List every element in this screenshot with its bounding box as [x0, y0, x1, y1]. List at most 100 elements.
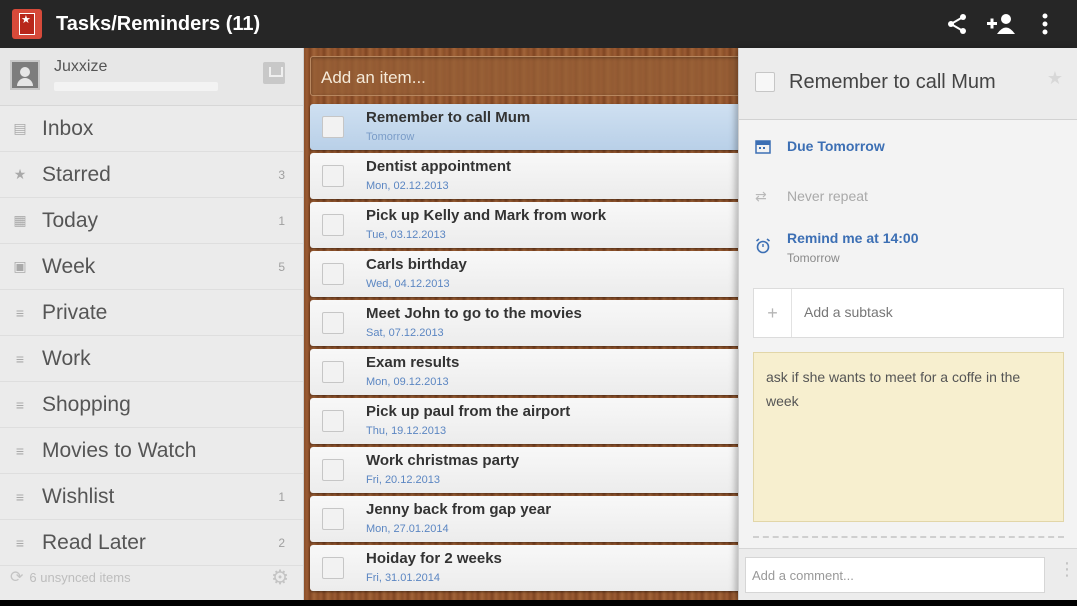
overflow-menu-icon — [1042, 13, 1048, 35]
task-checkbox[interactable] — [322, 361, 344, 383]
sidebar-footer: ⟳ 6 unsynced items ⚙ — [0, 554, 303, 600]
inbox-icon: ▤ — [13, 120, 27, 136]
sidebar-item-shopping[interactable]: ≡ Shopping — [0, 382, 303, 428]
sidebar-item-inbox[interactable]: ▤ Inbox — [0, 106, 303, 152]
page-title: Tasks/Reminders (11) — [56, 12, 261, 35]
sidebar-item-label: Inbox — [42, 116, 94, 140]
star-icon: ★ — [13, 166, 27, 182]
sidebar-item-label: Week — [42, 254, 96, 278]
plus-icon[interactable]: + — [754, 289, 792, 337]
repeat-icon: ⇄ — [755, 188, 767, 204]
list-icon: ≡ — [15, 304, 25, 321]
task-checkbox[interactable] — [322, 508, 344, 530]
add-item-input[interactable]: Add an item... — [310, 56, 740, 96]
sidebar-item-label: Work — [42, 346, 91, 370]
sidebar-item-count: 1 — [278, 213, 285, 228]
task-row[interactable]: Meet John to go to the movies Sat, 07.12.… — [310, 300, 740, 346]
sidebar-item-wishlist[interactable]: ≡ Wishlist 1 — [0, 474, 303, 520]
due-date-label: Due Tomorrow — [787, 138, 885, 154]
task-checkbox[interactable] — [322, 557, 344, 579]
task-row[interactable]: Pick up paul from the airport Thu, 19.12.… — [310, 398, 740, 444]
sidebar-item-count: 1 — [278, 489, 285, 504]
task-row[interactable]: Dentist appointment Mon, 02.12.2013 — [310, 153, 740, 199]
task-due-date: Mon, 02.12.2013 — [366, 180, 449, 192]
action-bar: ★ Tasks/Reminders (11) — [0, 0, 1077, 48]
settings-icon[interactable]: ⚙ — [271, 565, 289, 590]
task-checkbox[interactable] — [322, 459, 344, 481]
share-icon — [948, 14, 966, 34]
task-due-date: Mon, 09.12.2013 — [366, 376, 449, 388]
list-icon: ≡ — [15, 488, 25, 505]
account-email-redacted — [54, 82, 218, 91]
comment-bar: Add a comment... ⋮ — [739, 548, 1077, 600]
task-row[interactable]: Pick up Kelly and Mark from work Tue, 03.… — [310, 202, 740, 248]
sync-icon[interactable]: ⟳ — [10, 567, 23, 587]
add-person-button[interactable] — [979, 0, 1023, 48]
reminder-row[interactable]: Remind me at 14:00 Tomorrow — [739, 228, 1077, 272]
divider — [753, 536, 1064, 546]
task-due-date: Mon, 27.01.2014 — [366, 523, 449, 535]
unsynced-status: 6 unsynced items — [29, 569, 131, 585]
list-icon: ≡ — [15, 396, 25, 413]
due-date-row[interactable]: Due Tomorrow — [739, 136, 1077, 166]
task-checkbox[interactable] — [322, 312, 344, 334]
task-row[interactable]: Hoiday for 2 weeks Fri, 31.01.2014 — [310, 545, 740, 591]
sidebar-item-movies-to-watch[interactable]: ≡ Movies to Watch — [0, 428, 303, 474]
task-row[interactable]: Work christmas party Fri, 20.12.2013 — [310, 447, 740, 493]
sidebar-item-count: 2 — [278, 535, 285, 550]
sidebar-item-work[interactable]: ≡ Work — [0, 336, 303, 382]
subtask-placeholder: Add a subtask — [804, 304, 893, 320]
subtask-input[interactable]: + Add a subtask — [753, 288, 1064, 338]
task-due-date: Tue, 03.12.2013 — [366, 229, 446, 241]
sidebar-item-starred[interactable]: ★ Starred 3 — [0, 152, 303, 198]
task-checkbox[interactable] — [322, 165, 344, 187]
sidebar-item-label: Today — [42, 208, 99, 232]
detail-complete-checkbox[interactable] — [755, 72, 775, 92]
task-title: Pick up paul from the airport — [366, 403, 571, 420]
star-icon[interactable]: ★ — [1047, 68, 1063, 89]
task-checkbox[interactable] — [322, 263, 344, 285]
task-row[interactable]: Remember to call Mum Tomorrow — [310, 104, 740, 150]
task-title: Meet John to go to the movies — [366, 305, 582, 322]
list-icon: ≡ — [15, 534, 25, 551]
sidebar-item-today[interactable]: ▦ Today 1 — [0, 198, 303, 244]
detail-title[interactable]: Remember to call Mum — [789, 71, 996, 94]
sidebar-item-count: 3 — [278, 167, 285, 182]
task-checkbox[interactable] — [322, 410, 344, 432]
sidebar-item-week[interactable]: ▣ Week 5 — [0, 244, 303, 290]
repeat-label: Never repeat — [787, 188, 868, 204]
task-checkbox[interactable] — [322, 116, 344, 138]
task-due-date: Fri, 20.12.2013 — [366, 474, 440, 486]
calendar-icon: ▦ — [13, 212, 27, 228]
task-row[interactable]: Jenny back from gap year Mon, 27.01.2014 — [310, 496, 740, 542]
detail-header: Remember to call Mum ★ — [739, 48, 1077, 120]
comment-placeholder: Add a comment... — [752, 568, 854, 583]
sidebar-item-label: Private — [42, 300, 108, 324]
task-row[interactable]: Carls birthday Wed, 04.12.2013 — [310, 251, 740, 297]
task-due-date: Wed, 04.12.2013 — [366, 278, 450, 290]
task-title: Hoiday for 2 weeks — [366, 550, 502, 567]
repeat-row[interactable]: ⇄ Never repeat — [739, 186, 1077, 216]
alarm-clock-icon — [756, 238, 770, 254]
reminder-label: Remind me at 14:00 — [787, 230, 919, 246]
task-title: Dentist appointment — [366, 158, 511, 175]
account-header[interactable]: Juxxize — [0, 48, 303, 106]
inbox-tray-button[interactable] — [263, 62, 285, 84]
note-area[interactable]: ask if she wants to meet for a coffe in … — [753, 352, 1064, 522]
task-title: Pick up Kelly and Mark from work — [366, 207, 607, 224]
task-checkbox[interactable] — [322, 214, 344, 236]
task-due-date: Sat, 07.12.2013 — [366, 327, 444, 339]
sidebar-item-label: Movies to Watch — [42, 438, 197, 462]
note-text: ask if she wants to meet for a coffe in … — [766, 369, 1021, 409]
comment-input[interactable]: Add a comment... — [745, 557, 1045, 593]
add-item-placeholder: Add an item... — [321, 68, 426, 87]
bottom-edge — [0, 600, 1077, 606]
sidebar-item-private[interactable]: ≡ Private — [0, 290, 303, 336]
app-icon[interactable]: ★ — [12, 9, 42, 39]
task-title: Work christmas party — [366, 452, 520, 469]
overflow-menu-button[interactable] — [1023, 0, 1067, 48]
add-person-icon — [987, 14, 1015, 34]
share-button[interactable] — [935, 0, 979, 48]
comment-menu-icon[interactable]: ⋮ — [1058, 559, 1076, 580]
task-row[interactable]: Exam results Mon, 09.12.2013 — [310, 349, 740, 395]
